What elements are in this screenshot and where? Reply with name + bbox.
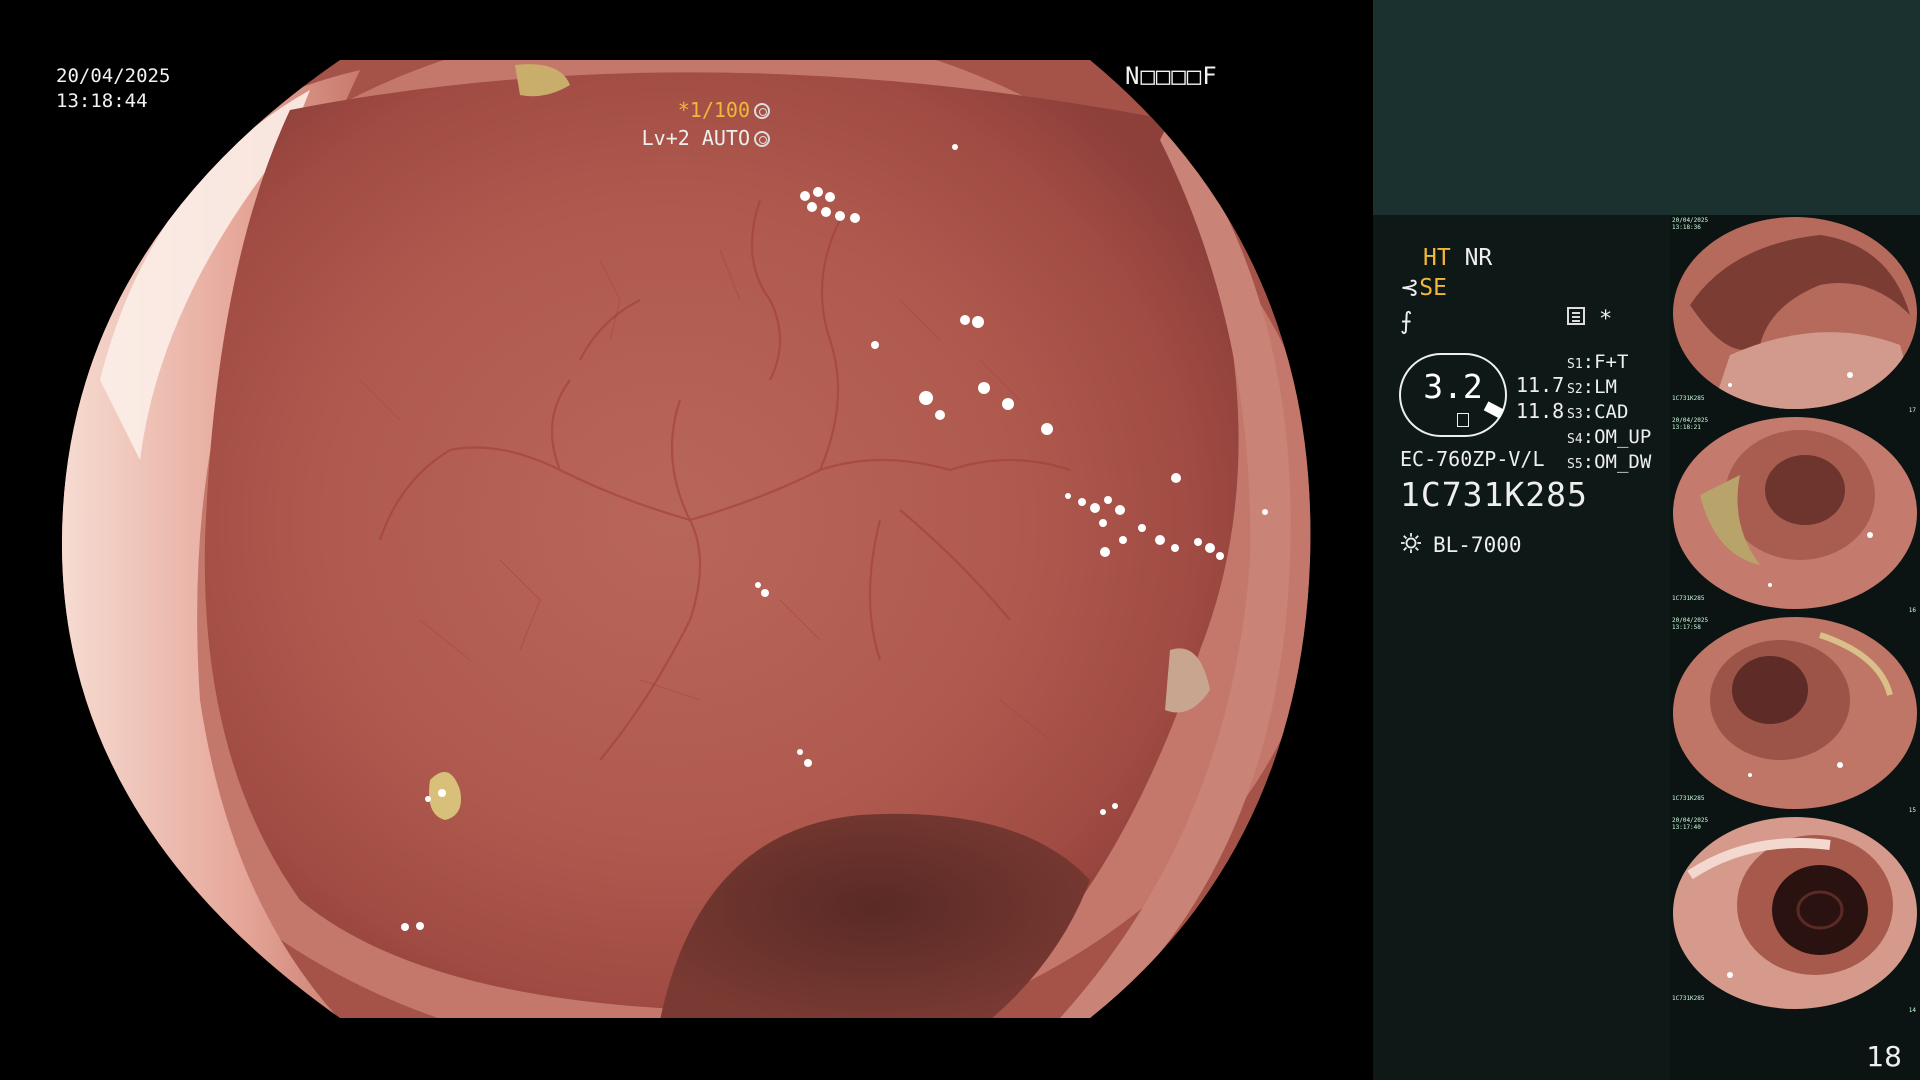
ht-nr-indicator: HT NR: [1423, 245, 1492, 271]
endoscopic-image: [61, 60, 1311, 1018]
image-counter: 18: [1866, 1040, 1902, 1073]
switch-key: S4: [1567, 432, 1583, 447]
ht-label: HT: [1423, 245, 1451, 271]
thumbnail-number: 17: [1908, 407, 1916, 414]
thumbnail-date: 20/04/2025: [1672, 617, 1709, 624]
light-source-icon: [1401, 533, 1421, 553]
thumbnail-datetime: 20/04/2025 13:18:36: [1672, 217, 1708, 231]
switch-s1: S1:F+T: [1567, 351, 1629, 373]
star-indicator: *: [1599, 307, 1613, 332]
thumbnail-2[interactable]: 20/04/2025 13:18:21 1C731K285 16: [1670, 415, 1920, 615]
switch-key: S5: [1567, 457, 1583, 472]
shutter-icon: [754, 103, 770, 119]
thumbnail-serial: 1C731K285: [1672, 795, 1705, 802]
thumbnail-3[interactable]: 20/04/2025 13:17:58 1C731K285 15: [1670, 615, 1920, 815]
scope-serial: 1C731K285: [1400, 475, 1588, 514]
switch-key: S2: [1567, 382, 1583, 397]
thumbnail-date: 20/04/2025: [1672, 417, 1709, 424]
se-icon: ⊰: [1400, 275, 1420, 301]
iris-level-text: Lv+2: [641, 126, 690, 150]
light-source: BL-7000: [1433, 533, 1522, 557]
enhancement-icon: ⨍: [1400, 307, 1413, 335]
zoom-gauge: 3.2: [1399, 353, 1507, 437]
thumbnail-date: 20/04/2025: [1672, 217, 1709, 224]
se-label: SE: [1419, 275, 1447, 301]
thumbnail-1[interactable]: 20/04/2025 13:18:36 1C731K285 17: [1670, 215, 1920, 415]
switch-s4: S4:OM_UP: [1567, 426, 1652, 448]
scope-model: EC-760ZP-V/L: [1400, 447, 1545, 471]
switch-value: OM_DW: [1594, 451, 1652, 473]
thumbnail-datetime: 20/04/2025 13:17:58: [1672, 617, 1708, 631]
thumbnail-time: 13:18:36: [1672, 224, 1701, 231]
switch-s2: S2:LM: [1567, 376, 1617, 398]
nr-label: NR: [1464, 245, 1493, 271]
thumbnail-datetime: 20/04/2025 13:17:40: [1672, 817, 1708, 831]
settings-info-panel: HT NR ⊰SE ⨍ * 3.2 11.7 11.8 S1:F+T S2:LM…: [1373, 215, 1670, 1080]
thumbnail-serial: 1C731K285: [1672, 995, 1705, 1002]
side-panel: HT NR ⊰SE ⨍ * 3.2 11.7 11.8 S1:F+T S2:LM…: [1373, 0, 1920, 1080]
switch-key: S3: [1567, 407, 1583, 422]
thumbnail-4[interactable]: 20/04/2025 13:17:40 1C731K285 14: [1670, 815, 1920, 1015]
reading-a: 11.7: [1516, 373, 1565, 397]
memo-icon: [1567, 307, 1585, 325]
reading-b: 11.8: [1516, 399, 1565, 423]
iris-readout: Lv+2 AUTO: [642, 126, 770, 150]
switch-value: OM_UP: [1594, 426, 1652, 448]
thumbnail-number: 16: [1908, 607, 1916, 614]
switch-s5: S5:OM_DW: [1567, 451, 1652, 473]
gauge-marker-icon: [1457, 413, 1469, 427]
thumbnail-time: 13:17:40: [1672, 824, 1701, 831]
shutter-text: *1/100: [677, 98, 750, 122]
zoom-value: 3.2: [1423, 367, 1483, 406]
thumbnail-number: 14: [1908, 1007, 1916, 1014]
thumbnail-image: [1673, 217, 1917, 409]
switch-key: S1: [1567, 357, 1583, 372]
shutter-readout: *1/100: [678, 98, 770, 122]
thumbnail-time: 13:18:21: [1672, 424, 1701, 431]
thumbnail-image: [1673, 617, 1917, 809]
switch-value: LM: [1594, 376, 1617, 398]
thumbnail-number: 15: [1908, 807, 1916, 814]
switch-s3: S3:CAD: [1567, 401, 1629, 423]
thumbnail-image: [1673, 417, 1917, 609]
side-panel-header: [1373, 0, 1920, 215]
switch-value: F+T: [1594, 351, 1629, 373]
channel-indicator: N□□□□F: [1125, 62, 1218, 90]
time-text: 13:18:44: [56, 90, 148, 112]
date-text: 20/04/2025: [56, 65, 171, 87]
se-indicator: ⊰SE: [1400, 275, 1447, 301]
thumbnail-serial: 1C731K285: [1672, 595, 1705, 602]
switch-value: CAD: [1594, 401, 1629, 423]
thumbnail-serial: 1C731K285: [1672, 395, 1705, 402]
thumbnail-datetime: 20/04/2025 13:18:21: [1672, 417, 1708, 431]
endoscope-live-view: 20/04/2025 13:18:44 N□□□□F *1/100 Lv+2 A…: [0, 0, 1372, 1080]
thumbnail-date: 20/04/2025: [1672, 817, 1709, 824]
date-time-readout: 20/04/2025 13:18:44: [56, 64, 170, 114]
iris-mode-text: AUTO: [701, 126, 750, 150]
iris-icon: [754, 131, 770, 147]
thumbnail-time: 13:17:58: [1672, 624, 1701, 631]
thumbnail-image: [1673, 817, 1917, 1009]
